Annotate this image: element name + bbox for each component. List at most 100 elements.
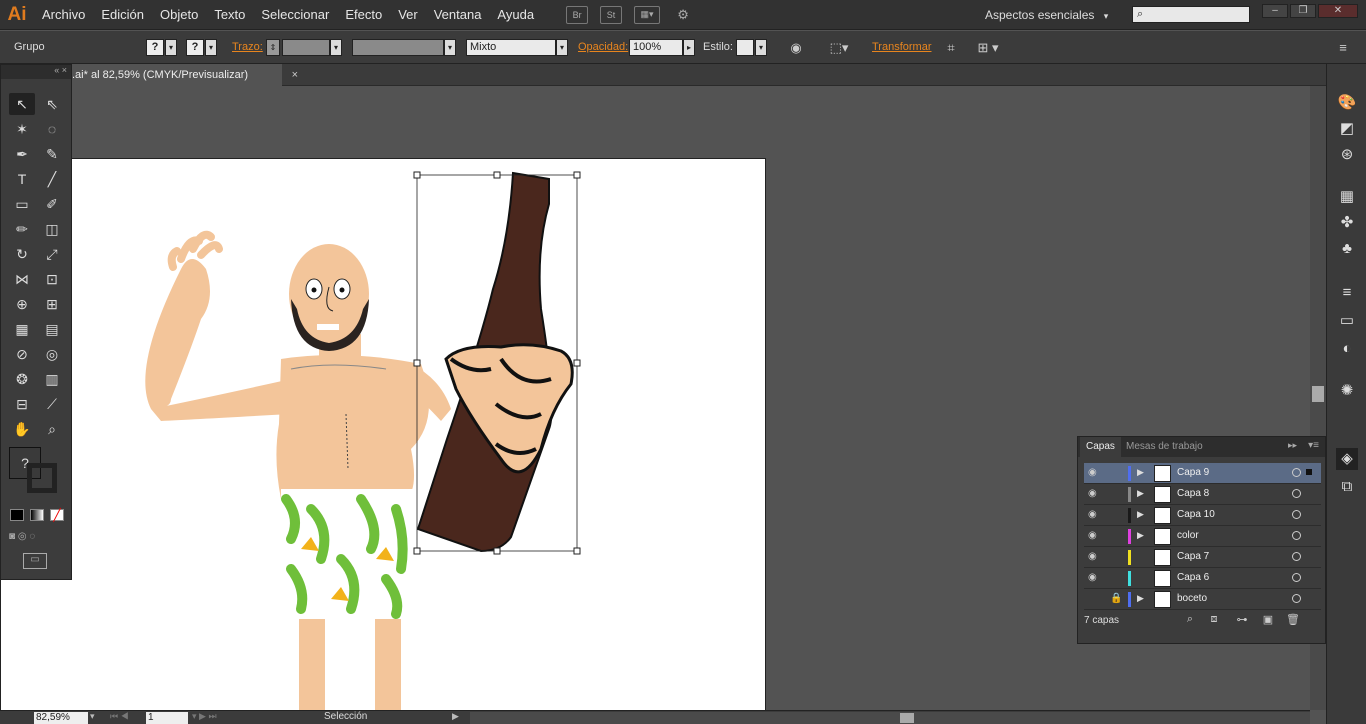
paintbrush-tool-icon[interactable]: ✐: [39, 193, 65, 215]
none-mode-icon[interactable]: ╱: [50, 509, 64, 521]
menu-edicion[interactable]: Edición: [93, 0, 152, 30]
expand-triangle-icon[interactable]: ▶: [1137, 530, 1144, 541]
panel-menu-icon[interactable]: ▾≡: [1308, 440, 1319, 451]
layers-panel-icon[interactable]: ◈: [1336, 448, 1358, 470]
symbol-sprayer-tool-icon[interactable]: ❂: [9, 368, 35, 390]
rotate-tool-icon[interactable]: ↻: [9, 243, 35, 265]
maximize-button[interactable]: ❐: [1290, 4, 1316, 18]
selection-indicator[interactable]: [1306, 469, 1312, 475]
collapse-panel-icon[interactable]: ▸▸: [1288, 440, 1297, 451]
stroke-weight-dropdown[interactable]: ▾: [330, 39, 342, 56]
arrange-documents-icon[interactable]: ▦▾: [634, 5, 661, 24]
stroke-label[interactable]: Trazo:: [232, 41, 263, 53]
column-graph-tool-icon[interactable]: ▥: [39, 368, 65, 390]
variable-width-profile[interactable]: [352, 39, 444, 56]
help-search-input[interactable]: ⌕: [1132, 6, 1250, 23]
layer-row[interactable]: ◉ Capa 6: [1084, 568, 1321, 589]
close-button[interactable]: ✕: [1318, 4, 1358, 18]
lasso-tool-icon[interactable]: ◌: [39, 118, 65, 140]
graphic-style-swatch[interactable]: [736, 39, 754, 56]
recolor-artwork-icon[interactable]: ◉: [787, 39, 805, 56]
width-tool-icon[interactable]: ⋈: [9, 268, 35, 290]
new-layer-icon[interactable]: ▣: [1260, 613, 1276, 629]
graphic-styles-icon[interactable]: ✺: [1336, 380, 1358, 402]
brush-definition-field[interactable]: Mixto: [466, 39, 556, 56]
tab-artboards[interactable]: Mesas de trabajo: [1120, 437, 1209, 457]
make-clipping-mask-icon[interactable]: ⧈: [1206, 613, 1222, 629]
target-circle-icon[interactable]: [1292, 552, 1301, 561]
gpu-performance-icon[interactable]: ⚙: [672, 6, 694, 24]
menu-seleccionar[interactable]: Seleccionar: [253, 0, 337, 30]
draw-mode-icons[interactable]: ◙ ◎ ◌: [9, 531, 65, 545]
layer-row[interactable]: ◉ ▶ color: [1084, 526, 1321, 547]
panel-menu-icon[interactable]: ≡: [1334, 39, 1352, 56]
perspective-grid-tool-icon[interactable]: ⊞: [39, 293, 65, 315]
tools-panel-header[interactable]: « ×: [1, 65, 71, 79]
expand-triangle-icon[interactable]: ▶: [1137, 467, 1144, 478]
tab-layers[interactable]: Capas: [1080, 437, 1121, 457]
workspace-switcher[interactable]: Aspectos esenciales ▾: [985, 0, 1108, 30]
menu-ayuda[interactable]: Ayuda: [489, 0, 542, 30]
layer-name[interactable]: Capa 9: [1177, 467, 1209, 478]
stroke-dropdown[interactable]: ▾: [205, 39, 217, 56]
target-circle-icon[interactable]: [1292, 531, 1301, 540]
eraser-tool-icon[interactable]: ◫: [39, 218, 65, 240]
artboard-tool-icon[interactable]: ⊟: [9, 393, 35, 415]
target-circle-icon[interactable]: [1292, 594, 1301, 603]
horizontal-scrollbar[interactable]: [470, 712, 1310, 724]
scroll-thumb[interactable]: [900, 713, 914, 723]
stroke-panel-icon[interactable]: ≡: [1336, 282, 1358, 304]
appearance-icon[interactable]: ⊛: [1336, 144, 1358, 166]
target-circle-icon[interactable]: [1292, 489, 1301, 498]
pen-tool-icon[interactable]: ✒: [9, 143, 35, 165]
layer-row[interactable]: 🔒 ▶ boceto: [1084, 589, 1321, 610]
selection-tool-icon[interactable]: ↖: [9, 93, 35, 115]
zoom-tool-icon[interactable]: ⌕: [39, 418, 65, 440]
artboard[interactable]: [0, 158, 766, 710]
menu-ver[interactable]: Ver: [390, 0, 426, 30]
eye-icon[interactable]: ◉: [1088, 530, 1102, 541]
scroll-thumb[interactable]: [1312, 386, 1324, 402]
hand-tool-icon[interactable]: ✋: [9, 418, 35, 440]
color-palette-icon[interactable]: 🎨: [1336, 92, 1358, 114]
shape-builder-tool-icon[interactable]: ⊕: [9, 293, 35, 315]
stock-button[interactable]: St: [600, 5, 623, 24]
profile-dropdown[interactable]: ▾: [444, 39, 456, 56]
lock-icon[interactable]: 🔒: [1110, 593, 1122, 604]
transparency-icon[interactable]: ◐: [1336, 338, 1358, 360]
menu-texto[interactable]: Texto: [206, 0, 253, 30]
eyedropper-tool-icon[interactable]: ⊘: [9, 343, 35, 365]
layer-row[interactable]: ◉ ▶ Capa 10: [1084, 505, 1321, 526]
opacity-label[interactable]: Opacidad:: [578, 41, 628, 53]
isolate-icon[interactable]: ⌗: [942, 39, 960, 56]
mesh-tool-icon[interactable]: ▦: [9, 318, 35, 340]
curvature-tool-icon[interactable]: ✎: [39, 143, 65, 165]
magic-wand-tool-icon[interactable]: ✶: [9, 118, 35, 140]
next-artboard-icon[interactable]: ▾ ▶ ⏭: [192, 711, 217, 722]
eye-icon[interactable]: ◉: [1088, 509, 1102, 520]
fill-swatch[interactable]: ?: [146, 39, 164, 56]
layer-row[interactable]: ◉ ▶ Capa 9: [1084, 463, 1321, 484]
color-mode-icon[interactable]: [10, 509, 24, 521]
eye-icon[interactable]: ◉: [1088, 551, 1102, 562]
direct-selection-tool-icon[interactable]: ⇖: [39, 93, 65, 115]
gradient-mode-icon[interactable]: [30, 509, 44, 521]
symbols-icon[interactable]: ♣: [1336, 238, 1358, 260]
blend-tool-icon[interactable]: ◎: [39, 343, 65, 365]
eye-icon[interactable]: ◉: [1088, 467, 1102, 478]
layer-name[interactable]: Capa 8: [1177, 488, 1209, 499]
eye-icon[interactable]: ◉: [1088, 572, 1102, 583]
opacity-dropdown[interactable]: ▸: [683, 39, 695, 56]
slice-tool-icon[interactable]: ⟋: [39, 393, 65, 415]
screen-mode-icon[interactable]: ▭: [23, 553, 47, 569]
zoom-field[interactable]: 82,59%: [34, 712, 88, 724]
layer-row[interactable]: ◉ Capa 7: [1084, 547, 1321, 568]
color-guide-icon[interactable]: ◩: [1336, 118, 1358, 140]
layer-name[interactable]: boceto: [1177, 593, 1207, 604]
stroke-color-box[interactable]: [27, 463, 57, 493]
free-transform-tool-icon[interactable]: ⊡: [39, 268, 65, 290]
stroke-swatch[interactable]: ?: [186, 39, 204, 56]
scale-tool-icon[interactable]: ⤢: [39, 243, 65, 265]
more-options-icon[interactable]: ⊞ ▾: [972, 39, 1004, 56]
first-artboard-icon[interactable]: ⏮ ◀: [110, 711, 129, 722]
